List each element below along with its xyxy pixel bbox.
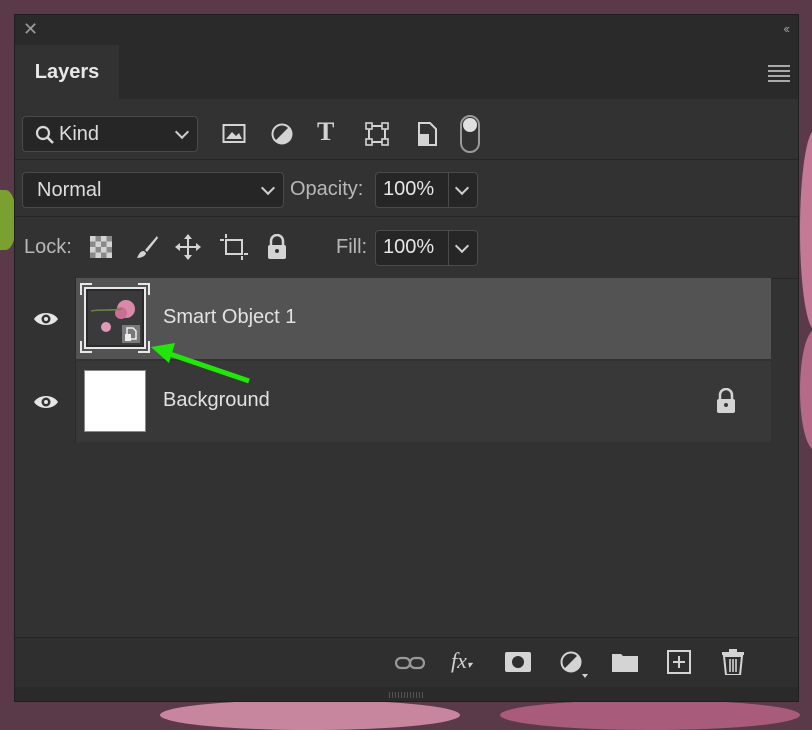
fx-icon[interactable]: fx▾ [451, 648, 472, 674]
chevron-down-icon[interactable] [454, 180, 470, 196]
chevron-down-icon [260, 180, 276, 196]
kind-filter-dropdown[interactable]: Kind [22, 116, 198, 152]
smart-object-filter-icon[interactable] [416, 121, 438, 147]
resize-grip-icon[interactable] [389, 692, 425, 698]
layer-name[interactable]: Smart Object 1 [163, 306, 296, 329]
new-layer-icon[interactable] [667, 650, 691, 674]
brush-icon[interactable] [135, 234, 159, 260]
panel-title-bar: ✕ ‹‹ [15, 15, 798, 45]
layer-name[interactable]: Background [163, 389, 270, 412]
filter-toggle-switch[interactable] [460, 115, 480, 153]
opacity-value[interactable]: 100% [383, 178, 434, 201]
background-photo-petal [500, 700, 800, 730]
shape-filter-icon[interactable] [365, 122, 389, 146]
link-layers-icon[interactable] [395, 656, 425, 670]
lock-label: Lock: [24, 236, 72, 258]
kind-filter-label: Kind [59, 123, 100, 145]
smart-object-thumbnail[interactable] [80, 283, 150, 353]
panel-resize-bar[interactable] [15, 687, 798, 701]
opacity-field[interactable]: 100% [375, 172, 478, 208]
layer-row-smart-object[interactable]: Smart Object 1 [15, 278, 771, 359]
close-icon[interactable]: ✕ [23, 19, 38, 40]
blend-mode-value: Normal [37, 179, 102, 201]
panel-footer: fx▾ [15, 637, 798, 688]
layer-lock-icon[interactable] [715, 388, 737, 414]
panel-menu-icon[interactable] [768, 65, 790, 85]
annotation-arrow [151, 343, 250, 384]
delete-layer-icon[interactable] [722, 649, 744, 675]
chevron-down-icon [174, 124, 190, 140]
selection-bracket [80, 341, 92, 353]
search-icon [35, 125, 54, 144]
background-thumbnail[interactable] [84, 370, 146, 432]
lock-position-icon[interactable] [175, 234, 201, 260]
adjustment-filter-icon[interactable] [270, 122, 294, 146]
tab-layers[interactable]: Layers [15, 45, 119, 99]
lock-transparent-icon[interactable] [90, 236, 112, 258]
double-chevron-left-icon[interactable]: ‹‹ [783, 21, 790, 36]
fill-value[interactable]: 100% [383, 236, 434, 259]
image-filter-icon[interactable] [222, 123, 246, 145]
background-photo-petal [800, 330, 812, 450]
panel-tab-row: Layers [15, 45, 798, 99]
layers-list: Smart Object 1 Background [15, 278, 771, 442]
layer-row-background[interactable]: Background [15, 361, 771, 442]
adjustment-layer-icon[interactable] [559, 650, 589, 678]
blend-row: Normal Opacity: 100% [15, 160, 798, 217]
add-mask-icon[interactable] [505, 652, 531, 672]
selection-bracket [80, 283, 92, 295]
fill-label: Fill: [336, 236, 368, 258]
blend-mode-dropdown[interactable]: Normal [22, 172, 284, 208]
lock-all-icon[interactable] [266, 234, 288, 260]
type-filter-icon[interactable]: T [317, 117, 334, 147]
background-photo-petal [800, 130, 812, 330]
lock-row: Lock: Fill: 100% [15, 217, 798, 279]
chevron-down-icon[interactable] [454, 238, 470, 254]
opacity-label: Opacity: [290, 178, 364, 200]
layers-panel: ✕ ‹‹ Layers Kind T Normal Opacity: 100% … [14, 14, 799, 702]
fill-field[interactable]: 100% [375, 230, 478, 266]
lock-artboard-icon[interactable] [220, 234, 248, 260]
background-photo-petal [160, 700, 460, 730]
filter-row: Kind T [15, 99, 798, 160]
new-group-icon[interactable] [612, 652, 638, 672]
eye-icon[interactable] [33, 391, 59, 413]
eye-icon[interactable] [33, 308, 59, 330]
selection-bracket [138, 283, 150, 295]
